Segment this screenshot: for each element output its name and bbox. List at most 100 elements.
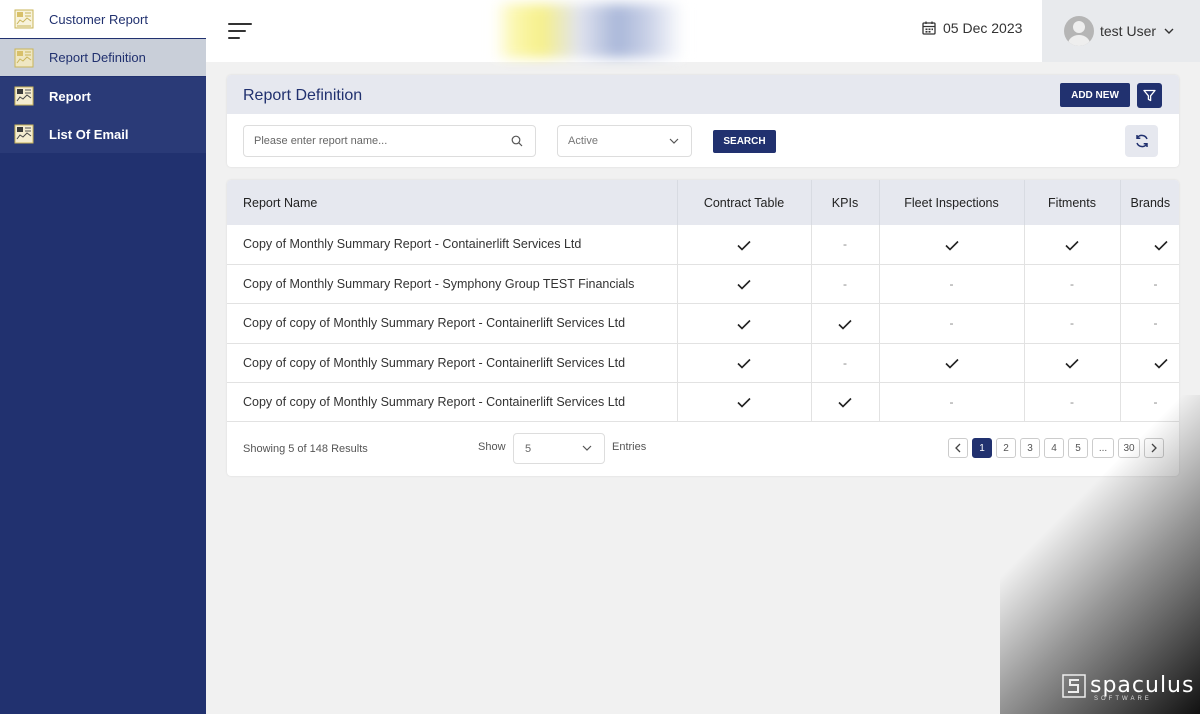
results-count: Showing 5 of 148 Results bbox=[243, 443, 368, 455]
check-icon bbox=[838, 398, 852, 409]
included-cell bbox=[677, 303, 812, 344]
entries-value: 5 bbox=[525, 442, 532, 455]
column-header: Fleet Inspections bbox=[879, 180, 1025, 225]
included-cell bbox=[1120, 225, 1179, 265]
pagination-page[interactable]: 3 bbox=[1020, 438, 1040, 458]
pagination-next-button[interactable] bbox=[1144, 438, 1164, 458]
included-cell bbox=[1024, 225, 1121, 265]
search-input[interactable] bbox=[244, 126, 504, 156]
check-icon bbox=[1153, 240, 1168, 251]
check-icon bbox=[838, 319, 852, 330]
avatar bbox=[1064, 16, 1094, 46]
excluded-cell: - bbox=[811, 264, 880, 304]
check-icon bbox=[1153, 358, 1168, 369]
report-definition-icon bbox=[14, 48, 34, 67]
chevron-left-icon bbox=[955, 443, 961, 453]
sidebar-item-label: Report bbox=[49, 88, 91, 104]
add-new-button[interactable]: ADD NEW bbox=[1060, 83, 1130, 107]
page-title: Report Definition bbox=[243, 87, 363, 104]
sidebar-item-list-of-email[interactable]: List Of Email bbox=[0, 115, 206, 153]
excluded-cell: - bbox=[1120, 303, 1179, 344]
report-definition-panel: Report Definition ADD NEW Active SEARCH bbox=[227, 75, 1179, 167]
pagination-page[interactable]: 5 bbox=[1068, 438, 1088, 458]
report-name-cell: Copy of copy of Monthly Summary Report -… bbox=[227, 343, 678, 383]
excluded-cell: - bbox=[811, 343, 880, 383]
excluded-cell: - bbox=[1024, 303, 1121, 344]
check-icon bbox=[737, 240, 751, 251]
excluded-cell: - bbox=[811, 225, 880, 265]
search-icon[interactable] bbox=[511, 135, 523, 147]
check-icon bbox=[737, 398, 751, 409]
sidebar-item-report[interactable]: Report bbox=[0, 77, 206, 115]
column-header: Contract Table bbox=[677, 180, 812, 225]
table-row[interactable]: Copy of Monthly Summary Report - Contain… bbox=[227, 225, 1179, 265]
check-icon bbox=[1065, 240, 1079, 251]
included-cell bbox=[879, 225, 1025, 265]
spaculus-logo-icon bbox=[1062, 674, 1086, 698]
email-list-icon bbox=[14, 124, 34, 144]
included-cell bbox=[677, 225, 812, 265]
entries-per-page-select[interactable]: 5 bbox=[513, 433, 605, 464]
included-cell bbox=[677, 343, 812, 383]
column-header: Report Name bbox=[227, 180, 678, 225]
pagination-prev-button[interactable] bbox=[948, 438, 968, 458]
pagination-page[interactable]: 30 bbox=[1118, 438, 1140, 458]
refresh-icon bbox=[1135, 134, 1148, 148]
report-name-cell: Copy of copy of Monthly Summary Report -… bbox=[227, 303, 678, 344]
table-row[interactable]: Copy of Monthly Summary Report - Symphon… bbox=[227, 264, 1179, 304]
included-cell bbox=[811, 303, 880, 344]
table-row[interactable]: Copy of copy of Monthly Summary Report -… bbox=[227, 343, 1179, 383]
pagination-page[interactable]: 4 bbox=[1044, 438, 1064, 458]
included-cell bbox=[1024, 343, 1121, 383]
report-table: Report Name Contract Table KPIs Fleet In… bbox=[227, 180, 1179, 422]
column-header: Brands bbox=[1120, 180, 1179, 225]
sidebar-item-label: List Of Email bbox=[49, 126, 129, 142]
calendar-icon bbox=[922, 21, 936, 35]
excluded-cell: - bbox=[879, 382, 1025, 422]
report-name-cell: Copy of Monthly Summary Report - Symphon… bbox=[227, 264, 678, 304]
report-table-card: Report Name Contract Table KPIs Fleet In… bbox=[227, 180, 1179, 476]
sidebar-item-report-definition[interactable]: Report Definition bbox=[0, 38, 206, 76]
included-cell bbox=[879, 343, 1025, 383]
sidebar-brand[interactable]: Customer Report bbox=[0, 0, 206, 38]
included-cell bbox=[677, 264, 812, 304]
check-icon bbox=[737, 319, 751, 330]
report-name-cell: Copy of copy of Monthly Summary Report -… bbox=[227, 382, 678, 422]
pagination-page[interactable]: 2 bbox=[996, 438, 1016, 458]
table-row[interactable]: Copy of copy of Monthly Summary Report -… bbox=[227, 303, 1179, 344]
check-icon bbox=[1065, 358, 1079, 369]
watermark-subtitle: SOFTWARE bbox=[1094, 696, 1152, 702]
watermark: spaculus SOFTWARE bbox=[1062, 674, 1194, 702]
report-name-cell: Copy of Monthly Summary Report - Contain… bbox=[227, 225, 678, 265]
excluded-cell: - bbox=[1120, 264, 1179, 304]
table-header-row: Report Name Contract Table KPIs Fleet In… bbox=[227, 180, 1179, 225]
included-cell bbox=[811, 382, 880, 422]
check-icon bbox=[944, 240, 959, 251]
sidebar: Customer Report Report Definition Report bbox=[0, 0, 206, 714]
table-row[interactable]: Copy of copy of Monthly Summary Report -… bbox=[227, 382, 1179, 422]
excluded-cell: - bbox=[879, 303, 1025, 344]
table-body: Copy of Monthly Summary Report - Contain… bbox=[227, 225, 1179, 422]
user-menu[interactable]: test User bbox=[1042, 0, 1200, 62]
company-logo bbox=[494, 4, 684, 58]
status-select[interactable]: Active bbox=[557, 125, 692, 157]
date-text: 05 Dec 2023 bbox=[943, 20, 1023, 36]
pagination-page[interactable]: ... bbox=[1092, 438, 1114, 458]
pagination-page[interactable]: 1 bbox=[972, 438, 992, 458]
entries-label: Entries bbox=[612, 441, 647, 453]
included-cell bbox=[677, 382, 812, 422]
search-box bbox=[243, 125, 536, 157]
menu-toggle-icon[interactable] bbox=[228, 21, 252, 41]
refresh-button[interactable] bbox=[1125, 125, 1158, 157]
check-icon bbox=[737, 280, 751, 290]
current-date: 05 Dec 2023 bbox=[922, 20, 1022, 36]
search-button[interactable]: SEARCH bbox=[713, 130, 776, 153]
chevron-down-icon bbox=[1164, 28, 1174, 34]
panel-header: Report Definition ADD NEW bbox=[227, 75, 1179, 114]
chevron-down-icon bbox=[669, 138, 679, 144]
chevron-down-icon bbox=[582, 445, 592, 451]
column-header: Fitments bbox=[1024, 180, 1121, 225]
filter-button[interactable] bbox=[1137, 83, 1162, 108]
report-icon bbox=[14, 86, 34, 106]
report-icon bbox=[14, 9, 34, 29]
